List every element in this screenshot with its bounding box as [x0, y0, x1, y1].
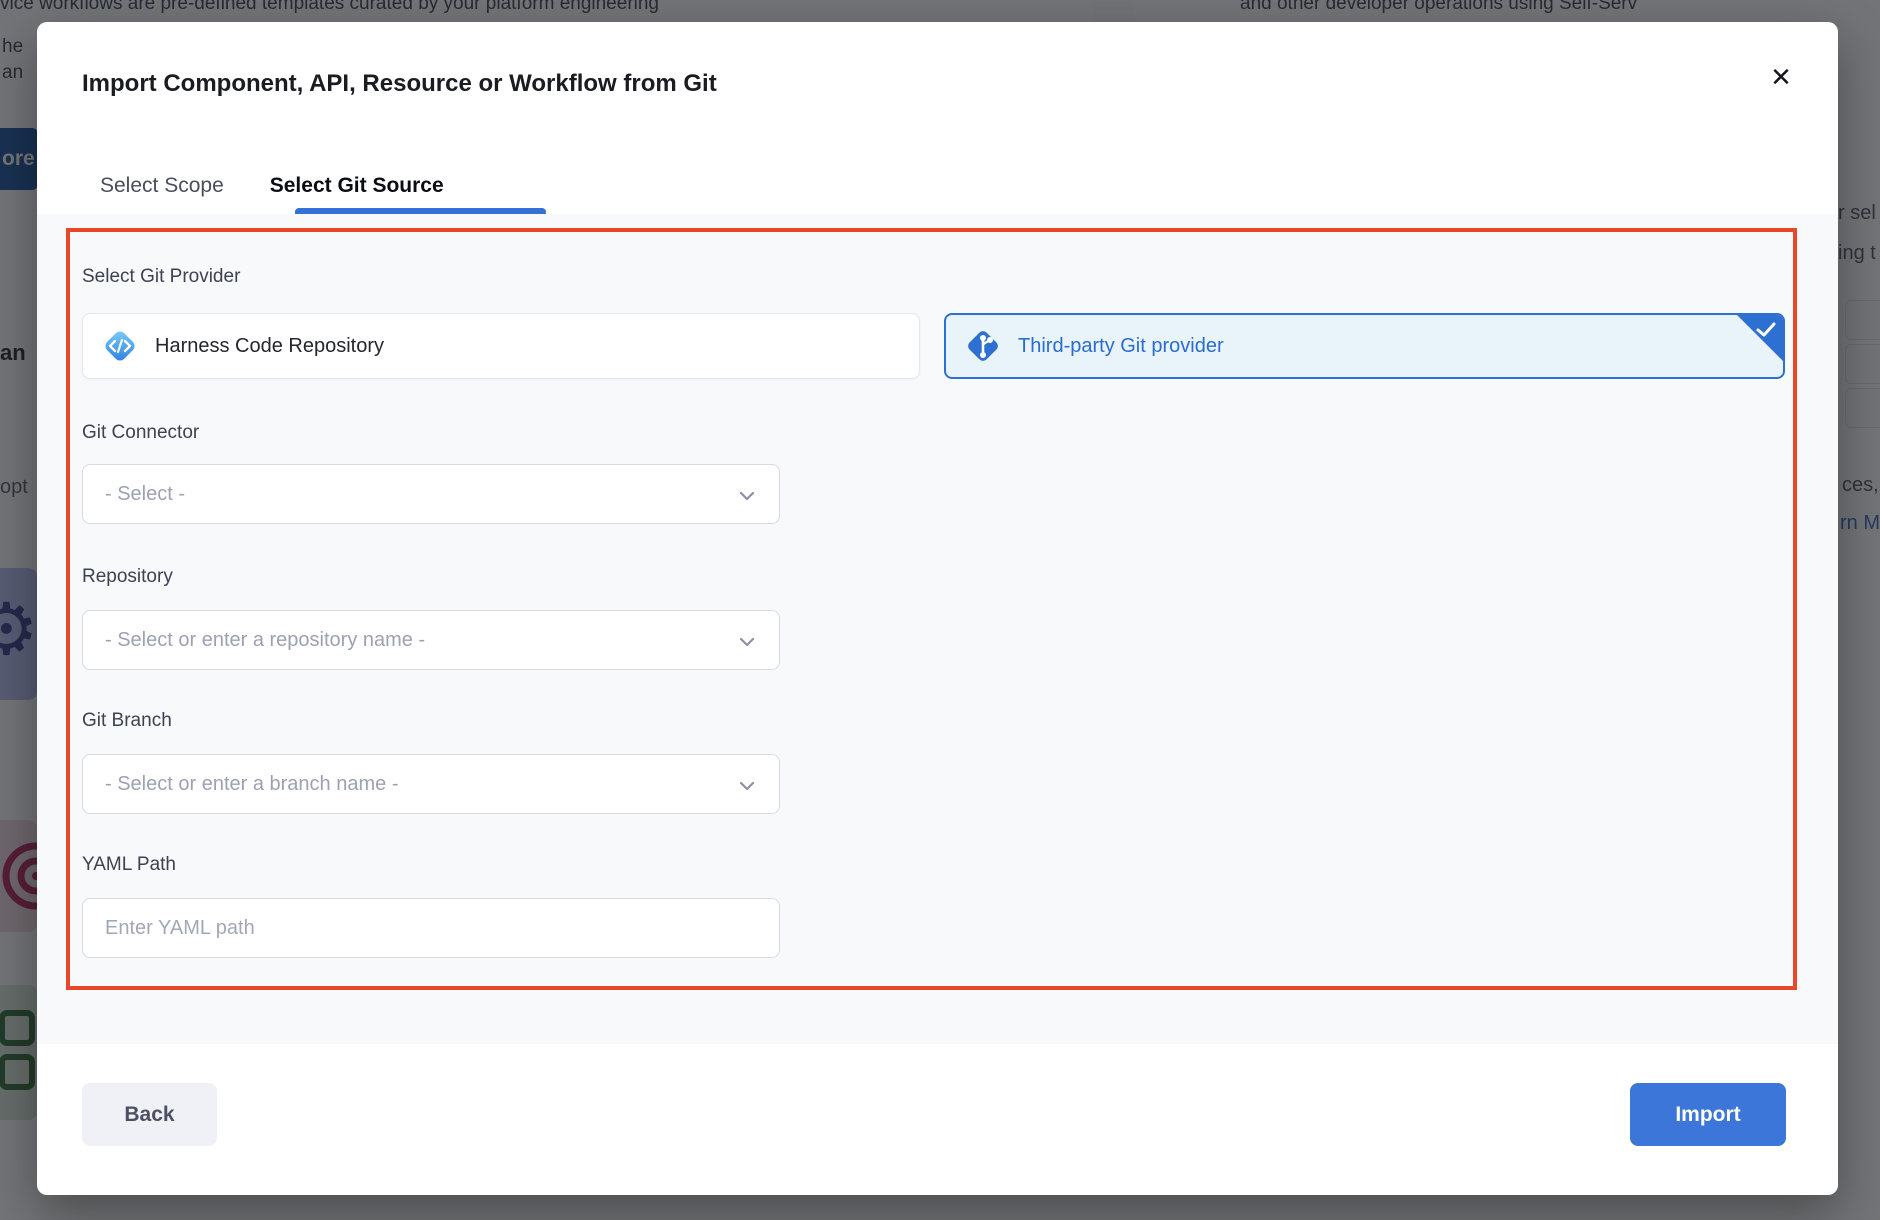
git-source-panel: Select Git Provider Harne	[37, 214, 1838, 1044]
tab-select-git-source[interactable]: Select Git Source	[270, 174, 444, 198]
select-placeholder: - Select -	[105, 483, 185, 506]
tab-select-scope[interactable]: Select Scope	[100, 174, 224, 198]
yaml-path-input[interactable]	[82, 898, 780, 958]
repository-select[interactable]: - Select or enter a repository name -	[82, 610, 780, 670]
provider-cards-row: Harness Code Repository Third-party Git …	[70, 313, 1793, 379]
git-icon	[964, 327, 1002, 365]
chevron-down-icon	[739, 491, 755, 501]
git-branch-label: Git Branch	[82, 710, 172, 732]
highlight-outline: Select Git Provider Harne	[66, 228, 1797, 990]
git-provider-label: Select Git Provider	[82, 266, 240, 288]
chevron-down-icon	[739, 781, 755, 791]
code-repository-icon	[101, 327, 139, 365]
modal-tabs: Select Scope Select Git Source	[100, 174, 490, 198]
git-connector-label: Git Connector	[82, 422, 199, 444]
provider-card-label: Third-party Git provider	[1018, 335, 1224, 358]
provider-card-harness-code[interactable]: Harness Code Repository	[82, 313, 920, 379]
chevron-down-icon	[739, 637, 755, 647]
yaml-path-label: YAML Path	[82, 854, 176, 876]
git-branch-select[interactable]: - Select or enter a branch name -	[82, 754, 780, 814]
provider-card-third-party-git[interactable]: Third-party Git provider	[944, 313, 1785, 379]
import-from-git-modal: Import Component, API, Resource or Workf…	[37, 22, 1838, 1195]
modal-title: Import Component, API, Resource or Workf…	[82, 70, 717, 98]
import-button[interactable]: Import	[1630, 1083, 1786, 1146]
select-placeholder: - Select or enter a repository name -	[105, 629, 425, 652]
check-icon	[1756, 322, 1776, 338]
provider-card-label: Harness Code Repository	[155, 335, 384, 358]
select-placeholder: - Select or enter a branch name -	[105, 773, 398, 796]
back-button[interactable]: Back	[82, 1083, 217, 1146]
close-icon[interactable]: ✕	[1764, 60, 1798, 94]
repository-label: Repository	[82, 566, 173, 588]
git-connector-select[interactable]: - Select -	[82, 464, 780, 524]
